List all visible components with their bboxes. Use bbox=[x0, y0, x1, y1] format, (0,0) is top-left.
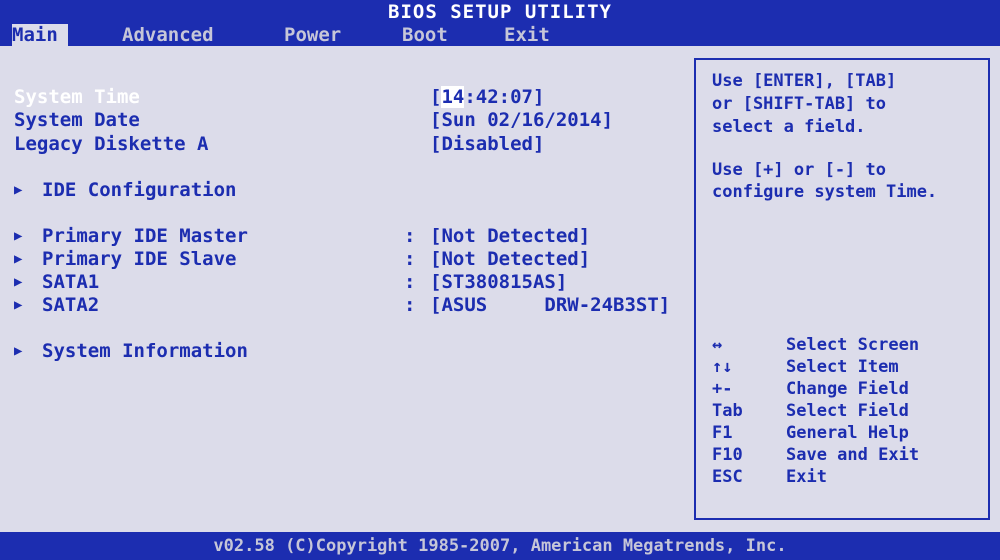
title-bar: BIOS SETUP UTILITY bbox=[0, 0, 1000, 24]
system-time-label: System Time bbox=[14, 86, 140, 108]
help-box-border bbox=[988, 58, 990, 520]
key-label: ESC bbox=[712, 467, 743, 487]
plus-minus-icon: +- bbox=[712, 379, 733, 399]
key-hint-select-screen: ↔ Select Screen bbox=[712, 334, 982, 356]
system-date-value[interactable]: [Sun 02/16/2014] bbox=[430, 109, 613, 131]
primary-ide-slave-value: [Not Detected] bbox=[430, 248, 591, 270]
separator-colon: : bbox=[404, 294, 416, 316]
help-box-divider bbox=[694, 58, 696, 520]
submenu-arrow-icon: ▶ bbox=[14, 297, 23, 313]
submenu-arrow-icon: ▶ bbox=[14, 343, 23, 359]
help-line: select a field. bbox=[712, 117, 866, 137]
main-panel: System Time [14:42:07] System Date [Sun … bbox=[0, 46, 1000, 532]
system-time-hour-cursor[interactable]: 14 bbox=[441, 86, 465, 108]
separator-colon: : bbox=[404, 271, 416, 293]
sata2-value: [ASUS DRW-24B3ST] bbox=[430, 294, 671, 316]
submenu-arrow-icon: ▶ bbox=[14, 228, 23, 244]
sata1-row[interactable]: ▶ SATA1 : [ST380815AS] bbox=[14, 271, 567, 293]
bios-title: BIOS SETUP UTILITY bbox=[388, 1, 612, 23]
separator-colon: : bbox=[404, 225, 416, 247]
separator-colon: : bbox=[404, 248, 416, 270]
key-label: F1 bbox=[712, 423, 733, 443]
system-information-label: System Information bbox=[42, 340, 248, 362]
key-hint-desc: Save and Exit bbox=[786, 445, 920, 465]
help-line: Use [+] or [-] to bbox=[712, 160, 886, 180]
primary-ide-slave-row[interactable]: ▶ Primary IDE Slave : [Not Detected] bbox=[14, 248, 590, 270]
key-hint-select-item: ↑↓ Select Item bbox=[712, 356, 982, 378]
help-box-border bbox=[694, 58, 990, 60]
key-hint-desc: Select Screen bbox=[786, 335, 920, 355]
help-line: Use [ENTER], [TAB] bbox=[712, 71, 897, 91]
key-label: F10 bbox=[712, 445, 743, 465]
menu-advanced[interactable]: Advanced bbox=[122, 24, 214, 46]
system-time-rest: :42:07] bbox=[464, 86, 545, 108]
key-hint-desc: General Help bbox=[786, 423, 909, 443]
left-right-arrow-icon: ↔ bbox=[712, 335, 723, 355]
key-hint-desc: Select Item bbox=[786, 357, 899, 377]
system-time-row[interactable]: System Time [14:42:07] bbox=[14, 86, 544, 108]
menu-power[interactable]: Power bbox=[284, 24, 341, 46]
copyright-footer: v02.58 (C)Copyright 1985-2007, American … bbox=[0, 532, 1000, 560]
key-hint-select-field: Tab Select Field bbox=[712, 400, 982, 422]
sata1-value: [ST380815AS] bbox=[430, 271, 568, 293]
key-hint-save-exit: F10 Save and Exit bbox=[712, 444, 982, 466]
sata1-label: SATA1 bbox=[42, 271, 100, 293]
ide-configuration-row[interactable]: ▶ IDE Configuration bbox=[14, 179, 236, 201]
help-line: configure system Time. bbox=[712, 182, 938, 202]
primary-ide-slave-label: Primary IDE Slave bbox=[42, 248, 237, 270]
submenu-arrow-icon: ▶ bbox=[14, 182, 23, 198]
top-menu: Main Advanced Power Boot Exit bbox=[0, 24, 1000, 46]
key-hint-exit: ESC Exit bbox=[712, 466, 982, 488]
primary-ide-master-value: [Not Detected] bbox=[430, 225, 591, 247]
key-hint-desc: Exit bbox=[786, 467, 827, 487]
system-date-row[interactable]: System Date [Sun 02/16/2014] bbox=[14, 109, 613, 131]
legacy-diskette-value[interactable]: [Disabled] bbox=[430, 133, 544, 155]
primary-ide-master-row[interactable]: ▶ Primary IDE Master : [Not Detected] bbox=[14, 225, 590, 247]
submenu-arrow-icon: ▶ bbox=[14, 251, 23, 267]
key-hint-desc: Change Field bbox=[786, 379, 909, 399]
menu-main[interactable]: Main bbox=[12, 24, 68, 46]
sata2-label: SATA2 bbox=[42, 294, 100, 316]
key-label: Tab bbox=[712, 401, 743, 421]
menu-exit[interactable]: Exit bbox=[504, 24, 550, 46]
primary-ide-master-label: Primary IDE Master bbox=[42, 225, 248, 247]
sata2-row[interactable]: ▶ SATA2 : [ASUS DRW-24B3ST] bbox=[14, 294, 670, 316]
menu-boot[interactable]: Boot bbox=[402, 24, 448, 46]
submenu-arrow-icon: ▶ bbox=[14, 274, 23, 290]
ide-configuration-label: IDE Configuration bbox=[42, 179, 237, 201]
system-information-row[interactable]: ▶ System Information bbox=[14, 340, 248, 362]
system-date-label: System Date bbox=[14, 109, 140, 131]
system-time-value[interactable]: [14:42:07] bbox=[430, 86, 544, 108]
key-hint-change-field: +- Change Field bbox=[712, 378, 982, 400]
legacy-diskette-row[interactable]: Legacy Diskette A [Disabled] bbox=[14, 133, 544, 155]
key-hint-general-help: F1 General Help bbox=[712, 422, 982, 444]
key-hint-desc: Select Field bbox=[786, 401, 909, 421]
legacy-diskette-label: Legacy Diskette A bbox=[14, 133, 209, 155]
system-time-open-bracket: [ bbox=[430, 86, 442, 108]
up-down-arrow-icon: ↑↓ bbox=[712, 357, 733, 377]
help-line: or [SHIFT-TAB] to bbox=[712, 94, 886, 114]
